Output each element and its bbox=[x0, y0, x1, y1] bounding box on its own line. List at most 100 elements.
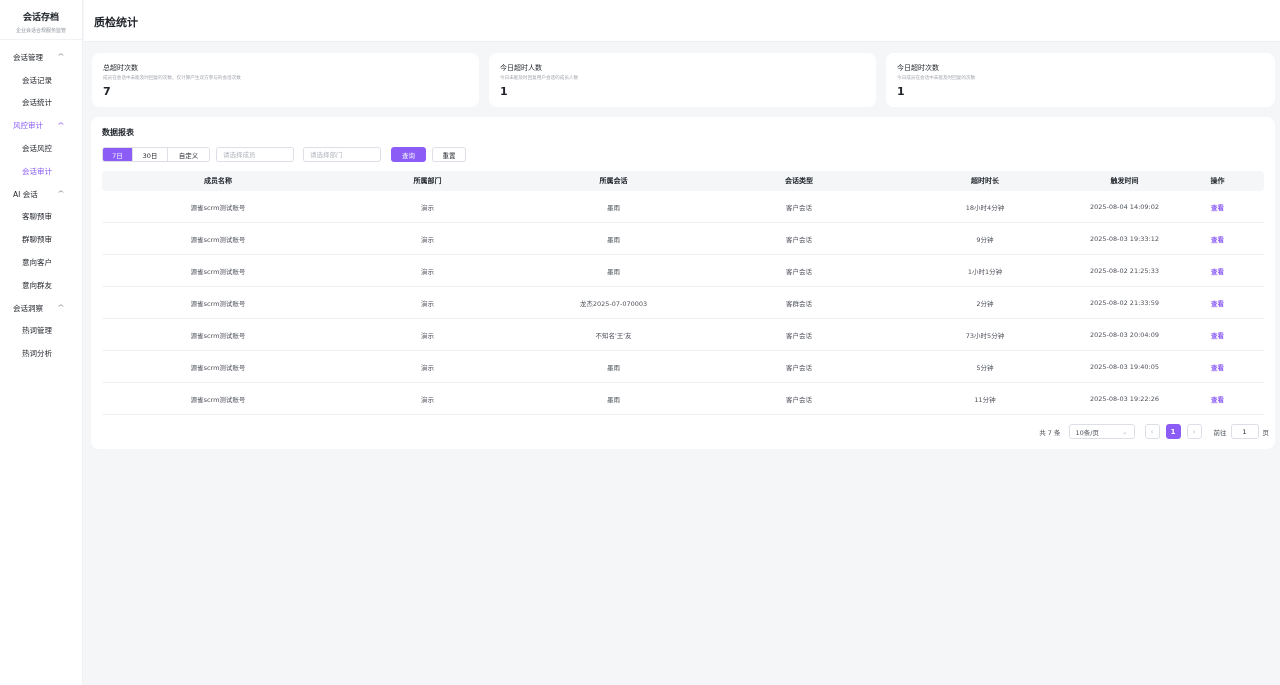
chevron-down-icon: ⌄ bbox=[1122, 427, 1128, 436]
cell-trigger-time: 2025-08-03 19:40:05 bbox=[1089, 362, 1160, 371]
table-row: 源雀scrm测试账号 演示 墨雨 客户会话 9分钟 2025-08-03 19:33:12… bbox=[102, 223, 1264, 255]
cell-timeout-duration: 1小时1分钟 bbox=[967, 267, 1003, 276]
page-size-select[interactable]: 10条/页 ⌄ bbox=[1068, 424, 1135, 439]
brand: 会话存档 企业会话合规服务监管 bbox=[0, 0, 82, 40]
report-table: 成员名称 所属部门 所属会话 会话类型 超时时长 触发时间 操作 源雀scrm测… bbox=[102, 171, 1264, 415]
prev-page-button[interactable]: ‹ bbox=[1144, 424, 1160, 439]
cell-session: 龙杰2025-07-070003 bbox=[579, 299, 648, 308]
sidebar-item-hotword-management[interactable]: 热词管理 bbox=[0, 320, 82, 343]
sidebar-group-ai-session[interactable]: AI 会话 ^ bbox=[0, 183, 82, 206]
sidebar-item-group-chat-review[interactable]: 群聊预审 bbox=[0, 228, 82, 251]
view-link[interactable]: 查看 bbox=[1171, 394, 1264, 404]
sidebar-item-session-records[interactable]: 会话记录 bbox=[0, 69, 82, 92]
stat-value: 7 bbox=[103, 85, 111, 98]
stat-description: 今日成员在会话中未能及时回复的次数 bbox=[897, 76, 976, 81]
next-page-button[interactable]: › bbox=[1186, 424, 1202, 439]
view-link[interactable]: 查看 bbox=[1171, 266, 1264, 276]
cell-trigger-time: 2025-08-03 19:22:26 bbox=[1089, 394, 1160, 403]
cell-department: 演示 bbox=[421, 395, 434, 404]
sidebar-item-session-audit[interactable]: 会话审计 bbox=[0, 160, 82, 183]
page-title: 质检统计 bbox=[94, 16, 138, 29]
stat-card-today-timeout-members: 今日超时人数 今日未能及时回复用户会话的成员人数 1 bbox=[489, 53, 876, 107]
cell-member: 源雀scrm测试账号 bbox=[190, 331, 246, 340]
chevron-up-icon: ^ bbox=[57, 304, 65, 313]
brand-subtitle: 企业会话合规服务监管 bbox=[15, 28, 66, 34]
cell-trigger-time: 2025-08-04 14:09:02 bbox=[1089, 202, 1160, 211]
cell-member: 源雀scrm测试账号 bbox=[190, 363, 246, 372]
cell-member: 源雀scrm测试账号 bbox=[190, 267, 246, 276]
cell-session: 不知名'王'友 bbox=[595, 331, 632, 340]
table-row: 源雀scrm测试账号 演示 不知名'王'友 客户会话 73小时5分钟 2025-08-03… bbox=[102, 319, 1264, 351]
cell-session-type: 客户会话 bbox=[786, 235, 812, 244]
cell-session-type: 客户会话 bbox=[786, 267, 812, 276]
member-select[interactable] bbox=[216, 147, 294, 162]
column-header-actions: 操作 bbox=[1210, 177, 1225, 185]
table-row: 源雀scrm测试账号 演示 墨雨 客户会话 5分钟 2025-08-03 19:40:05… bbox=[102, 351, 1264, 383]
reset-button[interactable]: 重置 bbox=[432, 147, 466, 162]
view-link[interactable]: 查看 bbox=[1171, 362, 1264, 372]
column-header-session: 所属会话 bbox=[599, 177, 628, 185]
department-select[interactable] bbox=[303, 147, 381, 162]
sidebar-group-label: AI 会话 bbox=[13, 189, 38, 199]
sidebar-nav: 会话管理 ^ 会话记录 会话统计 风控审计 ^ 会话风控 会话审计 AI 会话 … bbox=[0, 40, 82, 365]
sidebar-item-intent-group-members[interactable]: 意向群友 bbox=[0, 274, 82, 297]
view-link[interactable]: 查看 bbox=[1171, 298, 1264, 308]
sidebar-group-label: 会话管理 bbox=[13, 52, 43, 62]
view-link[interactable]: 查看 bbox=[1171, 202, 1264, 212]
date-range-selector: 7日 30日 自定义 bbox=[102, 147, 210, 162]
range-7-days-button[interactable]: 7日 bbox=[103, 148, 133, 161]
view-link[interactable]: 查看 bbox=[1171, 234, 1264, 244]
table-row: 源雀scrm测试账号 演示 墨雨 客户会话 11分钟 2025-08-03 19:22:2… bbox=[102, 383, 1264, 415]
cell-session: 墨雨 bbox=[607, 203, 620, 212]
topbar: 质检统计 bbox=[84, 0, 1280, 42]
sidebar-item-intent-customers[interactable]: 意向客户 bbox=[0, 251, 82, 274]
column-header-trigger-time: 触发时间 bbox=[1110, 177, 1139, 185]
sidebar: 会话存档 企业会话合规服务监管 会话管理 ^ 会话记录 会话统计 风控审计 ^ … bbox=[0, 0, 83, 685]
goto-page-input[interactable]: 1 bbox=[1230, 424, 1259, 439]
chevron-up-icon: ^ bbox=[57, 53, 65, 62]
table-header: 成员名称 所属部门 所属会话 会话类型 超时时长 触发时间 操作 bbox=[102, 171, 1264, 191]
column-header-timeout-duration: 超时时长 bbox=[971, 177, 999, 185]
sidebar-item-session-stats[interactable]: 会话统计 bbox=[0, 92, 82, 115]
column-header-department: 所属部门 bbox=[413, 177, 442, 185]
view-link[interactable]: 查看 bbox=[1171, 330, 1264, 340]
range-custom-button[interactable]: 自定义 bbox=[168, 148, 209, 161]
cell-session-type: 客户会话 bbox=[786, 395, 812, 404]
cell-trigger-time: 2025-08-02 21:33:59 bbox=[1089, 298, 1160, 307]
pagination-total: 共 7 条 bbox=[1039, 428, 1061, 437]
sidebar-group-label: 会话洞察 bbox=[13, 303, 43, 313]
cell-timeout-duration: 18小时4分钟 bbox=[965, 203, 1005, 212]
stat-description: 今日未能及时回复用户会话的成员人数 bbox=[500, 76, 579, 81]
page-number-button[interactable]: 1 bbox=[1165, 424, 1181, 439]
cell-member: 源雀scrm测试账号 bbox=[190, 299, 246, 308]
cell-timeout-duration: 73小时5分钟 bbox=[965, 331, 1005, 340]
sidebar-group-session-management[interactable]: 会话管理 ^ bbox=[0, 46, 82, 69]
sidebar-item-session-risk[interactable]: 会话风控 bbox=[0, 137, 82, 160]
chevron-up-icon: ^ bbox=[57, 190, 65, 199]
chevron-up-icon: ^ bbox=[57, 121, 65, 130]
column-header-session-type: 会话类型 bbox=[785, 177, 813, 185]
chevron-left-icon: ‹ bbox=[1150, 427, 1154, 436]
cell-department: 演示 bbox=[421, 203, 434, 212]
cell-department: 演示 bbox=[421, 267, 434, 276]
stat-label: 总超时次数 bbox=[103, 64, 138, 72]
goto-label: 前往 bbox=[1213, 428, 1227, 437]
cell-session: 墨雨 bbox=[607, 395, 620, 404]
stat-label: 今日超时人数 bbox=[500, 64, 542, 72]
cell-timeout-duration: 5分钟 bbox=[976, 363, 994, 372]
table-body: 源雀scrm测试账号 演示 墨雨 客户会话 18小时4分钟 2025-08-04 14:0… bbox=[102, 191, 1264, 415]
sidebar-item-customer-chat-review[interactable]: 客聊预审 bbox=[0, 206, 82, 229]
sidebar-group-risk-audit[interactable]: 风控审计 ^ bbox=[0, 114, 82, 137]
query-button[interactable]: 查询 bbox=[391, 147, 426, 162]
sidebar-item-hotword-analysis[interactable]: 热词分析 bbox=[0, 342, 82, 365]
range-30-days-button[interactable]: 30日 bbox=[133, 148, 168, 161]
stat-value: 1 bbox=[897, 85, 905, 98]
cell-timeout-duration: 9分钟 bbox=[976, 235, 994, 244]
sidebar-group-session-insight[interactable]: 会话洞察 ^ bbox=[0, 297, 82, 320]
stat-card-total-timeouts: 总超时次数 成员在会话中未能及时回复的次数，仅计算产生双方参与的会话次数 7 bbox=[92, 53, 479, 107]
report-title: 数据报表 bbox=[102, 128, 134, 137]
table-row: 源雀scrm测试账号 演示 墨雨 客户会话 18小时4分钟 2025-08-04 14:0… bbox=[102, 191, 1264, 223]
cell-trigger-time: 2025-08-03 20:04:09 bbox=[1089, 330, 1160, 339]
cell-session-type: 客户会话 bbox=[786, 203, 812, 212]
cell-session-type: 客户会话 bbox=[786, 331, 812, 340]
